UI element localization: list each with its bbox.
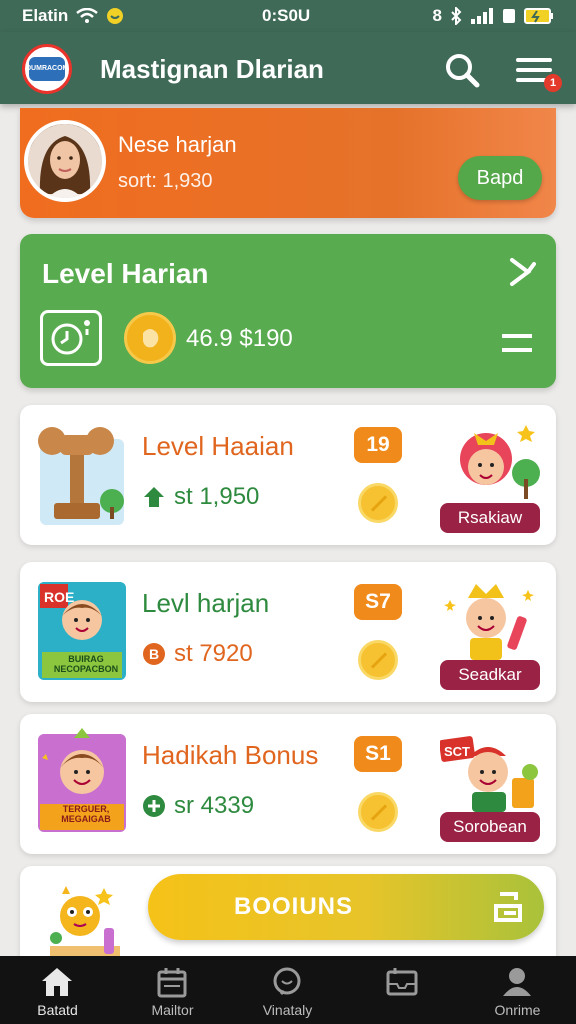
task-tag[interactable]: Rsakiaw: [440, 503, 540, 533]
task-tag[interactable]: Seadkar: [440, 660, 540, 690]
home-icon: [42, 968, 72, 996]
nav-item-inbox[interactable]: [345, 956, 460, 1024]
alarm-glyph: 8: [432, 6, 442, 25]
notification-dot-icon: [107, 8, 124, 24]
bonus-card: BOOIUNS: [20, 866, 556, 962]
status-bar: Elatin 0:S0U 8: [0, 0, 576, 32]
bottom-nav: Batatd Mailtor Vinataly Onrime: [0, 956, 576, 1024]
search-icon[interactable]: [442, 50, 482, 90]
nav-label: Vinataly: [262, 1002, 313, 1018]
nav-item-mailtor[interactable]: Mailtor: [115, 956, 230, 1024]
bonus-button-label: BOOIUNS: [234, 893, 354, 920]
nav-label: Batatd: [37, 1002, 78, 1018]
poster-caption: BUIRAG NECOPACBON: [53, 654, 119, 674]
task-amount: sr 4339: [174, 792, 255, 819]
task-card[interactable]: TERGUER, MEGAIGAB Hadikah Bonus sr 4339 …: [20, 714, 556, 854]
svg-text:SCT: SCT: [444, 744, 470, 759]
profile-card: Nese harjan sort: 1,930 Bapd: [20, 108, 556, 218]
home-arrow-icon: [144, 487, 164, 507]
level-amount: 46.9 $190: [186, 325, 293, 352]
chevron-right-icon[interactable]: [506, 256, 538, 288]
nav-item-profile[interactable]: Onrime: [460, 956, 575, 1024]
timer-box[interactable]: [40, 310, 102, 366]
nav-item-home[interactable]: Batatd: [0, 956, 115, 1024]
task-card[interactable]: ROE BUIRAG NECOPACBON Levl harjan B st 7…: [20, 562, 556, 702]
profile-action-button[interactable]: Bapd: [458, 156, 542, 200]
avatar-portrait: [28, 124, 102, 198]
plus-coin-icon: [143, 795, 165, 817]
page-title: Mastignan Dlarian: [100, 54, 324, 84]
task-amount: st 1,950: [174, 483, 260, 510]
nav-label: Onrime: [494, 1002, 541, 1018]
svg-text:ROE: ROE: [44, 589, 74, 605]
task-amount-row: sr 4339: [142, 792, 254, 820]
task-badge: 19: [354, 427, 402, 463]
cartoon-boy-illustration: SCT: [440, 736, 538, 812]
task-badge: S7: [354, 584, 402, 620]
bluetooth-icon: [451, 7, 462, 25]
inbox-icon: [386, 968, 418, 996]
nav-label: Mailtor: [151, 1002, 194, 1018]
task-card[interactable]: Level Haaian st 1,950 19 Rsakiaw: [20, 405, 556, 545]
bonus-mascot-illustration: [50, 886, 120, 958]
clock: 0:S0U: [262, 6, 311, 25]
signal-icon: [471, 8, 493, 24]
profile-name: Nese harjan: [118, 132, 237, 157]
calendar-icon: [157, 968, 187, 998]
svg-text:B: B: [149, 646, 159, 662]
task-title: Level Haaian: [142, 431, 294, 461]
task-amount-row: st 1,950: [142, 483, 259, 511]
wifi-icon: [76, 8, 99, 23]
coin-b-icon: B: [143, 643, 165, 665]
task-amount: st 7920: [174, 640, 253, 667]
level-title: Level Harian: [42, 258, 209, 289]
user-icon: [503, 968, 531, 996]
wooden-trophy-illustration: [38, 427, 124, 525]
coin-icon: [358, 792, 398, 832]
battery-icon: [524, 8, 553, 24]
app-logo-text: OUMRACOM: [26, 57, 68, 81]
nav-item-vinataly[interactable]: Vinataly: [230, 956, 345, 1024]
app-header: OUMRACOM Mastignan Dlarian 1: [0, 32, 576, 104]
task-badge: S1: [354, 736, 402, 772]
app-logo[interactable]: OUMRACOM: [22, 44, 72, 94]
level-card[interactable]: Level Harian 46.9 $190: [20, 234, 556, 388]
avatar[interactable]: [24, 120, 106, 202]
poster-caption: TERGUER, MEGAIGAB: [61, 804, 111, 824]
chat-search-icon: [273, 967, 301, 996]
task-tag[interactable]: Sorobean: [440, 812, 540, 842]
task-amount-row: B st 7920: [142, 640, 253, 668]
coin-icon: [358, 640, 398, 680]
cartoon-girl-illustration: [460, 425, 540, 499]
coin-icon: [358, 483, 398, 523]
notification-badge: 1: [544, 74, 562, 92]
sim-icon: [503, 9, 515, 23]
coin-icon: [124, 312, 176, 364]
profile-score: sort: 1,930: [118, 170, 213, 192]
task-title: Hadikah Bonus: [142, 740, 319, 770]
cartoon-king-illustration: [444, 584, 534, 660]
exit-icon: [494, 892, 522, 922]
carrier-label: Elatin: [22, 6, 69, 25]
bonus-button[interactable]: BOOIUNS: [148, 874, 544, 940]
task-title: Levl harjan: [142, 588, 270, 618]
list-icon[interactable]: [502, 332, 532, 354]
clock-icon: [51, 320, 90, 355]
